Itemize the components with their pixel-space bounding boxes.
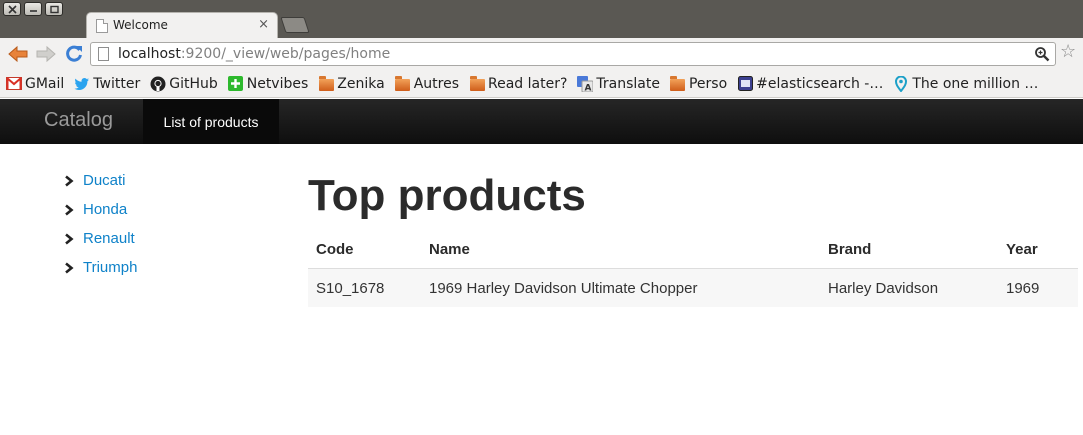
reload-button[interactable]	[64, 44, 84, 68]
cell-code: S10_1678	[316, 279, 385, 297]
bookmark-star-icon[interactable]: ☆	[1060, 42, 1076, 62]
url-host: localhost	[118, 46, 181, 62]
window-maximize-button[interactable]	[45, 2, 63, 16]
bookmark-folder-zenika[interactable]: Zenika	[318, 74, 385, 94]
folder-icon	[318, 75, 334, 92]
irc-icon	[737, 76, 753, 92]
forward-arrow-icon	[36, 45, 56, 63]
table-row: S10_1678 1969 Harley Davidson Ultimate C…	[308, 269, 1078, 307]
github-icon	[150, 76, 166, 92]
bookmark-label: GMail	[25, 75, 65, 92]
sidebar-link-label[interactable]: Ducati	[83, 172, 126, 189]
maximize-icon	[49, 5, 59, 13]
tab-title: Welcome	[113, 18, 168, 32]
reload-icon	[66, 45, 82, 62]
new-tab-button[interactable]	[280, 17, 310, 33]
sidebar-link-label[interactable]: Triumph	[83, 259, 137, 276]
column-header-brand: Brand	[828, 241, 872, 258]
column-header-name: Name	[429, 241, 470, 258]
sidebar-link-label[interactable]: Honda	[83, 201, 127, 218]
forward-button[interactable]	[35, 44, 57, 68]
address-bar[interactable]: localhost:9200/_view/web/pages/home	[90, 42, 1056, 66]
bookmark-label: Netvibes	[246, 75, 309, 92]
cell-brand: Harley Davidson	[828, 279, 939, 297]
brand-link[interactable]: Catalog	[44, 109, 113, 132]
back-button[interactable]	[7, 44, 29, 68]
sidebar-item-honda[interactable]: Honda	[62, 195, 137, 224]
page-icon	[96, 19, 108, 33]
bookmark-one-million[interactable]: The one million …	[893, 74, 1038, 94]
close-icon	[7, 4, 17, 14]
back-arrow-icon	[8, 45, 28, 63]
app-navbar: Catalog List of products	[0, 99, 1083, 144]
nav-item-label: List of products	[163, 113, 259, 130]
bookmark-label: Read later?	[488, 75, 568, 92]
twitter-icon	[74, 76, 90, 92]
chevron-right-icon	[62, 261, 76, 275]
bookmark-label: Zenika	[337, 75, 385, 92]
bookmark-folder-autres[interactable]: Autres	[395, 74, 459, 94]
bookmark-label: Perso	[688, 75, 728, 92]
bookmark-github[interactable]: GitHub	[150, 74, 218, 94]
bookmark-folder-perso[interactable]: Perso	[670, 74, 727, 94]
zoom-button[interactable]	[1034, 46, 1050, 66]
chevron-right-icon	[62, 203, 76, 217]
bookmark-label: #elasticsearch -…	[756, 75, 884, 92]
column-header-year: Year	[1006, 241, 1038, 258]
url-path: :9200/_view/web/pages/home	[180, 46, 391, 62]
page-title: Top products	[308, 171, 586, 220]
bookmarks-bar: GMail Twitter GitHub Netvibes Zenika Aut…	[0, 70, 1083, 98]
nav-item-list-of-products[interactable]: List of products	[143, 99, 279, 144]
netvibes-icon	[228, 76, 244, 92]
tab-close-icon[interactable]: ×	[258, 17, 269, 33]
table-header: Code Name Brand Year	[308, 231, 1078, 269]
minimize-icon	[29, 9, 37, 12]
bookmark-label: Translate	[596, 75, 660, 92]
bookmark-twitter[interactable]: Twitter	[74, 74, 140, 94]
bookmark-label: Autres	[413, 75, 459, 92]
bookmark-translate[interactable]: A Translate	[577, 74, 660, 94]
sidebar-item-triumph[interactable]: Triumph	[62, 253, 137, 282]
products-table: Code Name Brand Year S10_1678 1969 Harle…	[308, 231, 1078, 307]
page-icon	[98, 47, 109, 61]
sidebar-item-renault[interactable]: Renault	[62, 224, 137, 253]
svg-text:A: A	[585, 83, 592, 92]
chevron-right-icon	[62, 174, 76, 188]
window-controls	[3, 2, 63, 16]
magnifier-zoom-icon	[1035, 47, 1050, 62]
url-text[interactable]: localhost:9200/_view/web/pages/home	[118, 46, 390, 62]
bookmark-label: Twitter	[93, 75, 141, 92]
cell-name: 1969 Harley Davidson Ultimate Chopper	[429, 279, 698, 297]
brand-sidebar: Ducati Honda Renault Triumph	[62, 166, 137, 282]
window-minimize-button[interactable]	[24, 2, 42, 16]
sidebar-link-label[interactable]: Renault	[83, 230, 135, 247]
map-pin-icon	[893, 75, 909, 92]
chevron-right-icon	[62, 232, 76, 246]
browser-tab[interactable]: Welcome ×	[86, 12, 278, 38]
bookmark-label: GitHub	[169, 75, 218, 92]
bookmark-elasticsearch[interactable]: #elasticsearch -…	[737, 74, 883, 94]
sidebar-item-ducati[interactable]: Ducati	[62, 166, 137, 195]
bookmark-gmail[interactable]: GMail	[6, 74, 64, 94]
bookmark-netvibes[interactable]: Netvibes	[228, 74, 309, 94]
browser-titlebar: Welcome ×	[0, 0, 1083, 38]
cell-year: 1969	[1006, 279, 1040, 297]
translate-icon: A	[577, 75, 594, 92]
folder-icon	[670, 75, 686, 92]
folder-icon	[469, 75, 485, 92]
window-close-button[interactable]	[3, 2, 21, 16]
bookmark-label: The one million …	[912, 75, 1039, 92]
browser-toolbar: localhost:9200/_view/web/pages/home ☆	[0, 38, 1083, 70]
column-header-code: Code	[316, 241, 354, 258]
gmail-icon	[6, 76, 22, 92]
bookmark-folder-read-later[interactable]: Read later?	[469, 74, 567, 94]
folder-icon	[395, 75, 411, 92]
